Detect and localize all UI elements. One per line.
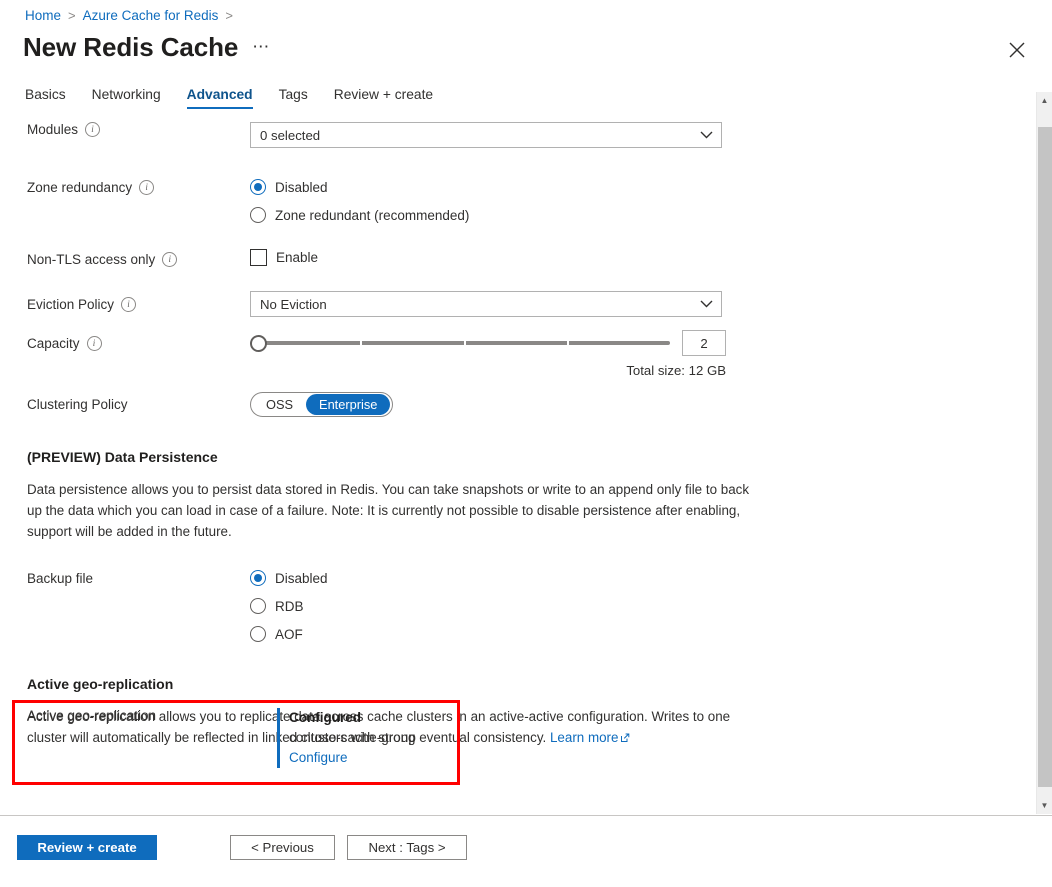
data-persistence-description: Data persistence allows you to persist d… — [0, 479, 752, 542]
tab-review-create[interactable]: Review + create — [334, 87, 433, 109]
backup-file-label: Backup file — [27, 571, 93, 586]
non-tls-label-group: Non-TLS access only i — [0, 249, 250, 269]
capacity-slider[interactable] — [250, 333, 670, 353]
radio-indicator — [250, 570, 266, 586]
radio-indicator — [250, 598, 266, 614]
footer-divider — [0, 815, 1052, 816]
wizard-tabs: Basics Networking Advanced Tags Review +… — [25, 87, 433, 109]
vertical-scrollbar[interactable]: ▲ ▼ — [1036, 92, 1052, 814]
clustering-policy-option-enterprise[interactable]: Enterprise — [306, 394, 390, 415]
scroll-up-icon[interactable]: ▲ — [1037, 92, 1052, 109]
radio-indicator — [250, 207, 266, 223]
previous-button[interactable]: < Previous — [230, 835, 335, 860]
breadcrumb-item-azure-cache-for-redis[interactable]: Azure Cache for Redis — [83, 8, 219, 23]
wizard-footer: Review + create < Previous Next : Tags > — [17, 835, 467, 860]
geo-replication-row-label: Active geo-replication — [27, 708, 277, 768]
geo-replication-value-group: Configured contoso-cache-group Configure — [277, 708, 416, 768]
backup-file-label-group: Backup file — [0, 566, 250, 590]
field-eviction-policy: Eviction Policy i No Eviction — [0, 291, 1026, 317]
more-options-button[interactable]: ⋯ — [252, 38, 270, 55]
radio-zone-disabled[interactable]: Disabled — [250, 175, 1026, 199]
data-persistence-heading: (PREVIEW) Data Persistence — [0, 449, 1026, 465]
geo-replication-configure-link[interactable]: Configure — [289, 748, 416, 768]
learn-more-label: Learn more — [550, 730, 618, 745]
scroll-down-icon[interactable]: ▼ — [1037, 797, 1052, 814]
field-non-tls-access: Non-TLS access only i Enable — [0, 249, 1026, 269]
radio-backup-aof[interactable]: AOF — [250, 622, 1026, 646]
page-title: New Redis Cache — [23, 32, 238, 63]
scrollbar-thumb[interactable] — [1038, 127, 1052, 787]
eviction-policy-label-group: Eviction Policy i — [0, 291, 250, 317]
learn-more-link[interactable]: Learn more — [550, 730, 630, 745]
radio-indicator — [250, 179, 266, 195]
field-modules: Modules i 0 selected — [0, 122, 1026, 158]
clustering-policy-label: Clustering Policy — [27, 397, 128, 412]
radio-backup-rdb[interactable]: RDB — [250, 594, 1026, 618]
modules-label-group: Modules i — [0, 122, 250, 137]
breadcrumb-separator-icon-2: > — [225, 8, 233, 23]
radio-backup-disabled-label: Disabled — [275, 571, 328, 586]
info-icon[interactable]: i — [139, 180, 154, 195]
capacity-label: Capacity — [27, 336, 80, 351]
info-icon[interactable]: i — [162, 252, 177, 267]
chevron-down-icon — [700, 131, 713, 139]
eviction-policy-dropdown[interactable]: No Eviction — [250, 291, 722, 317]
slider-tick — [464, 341, 466, 345]
slider-track — [257, 341, 670, 345]
geo-replication-summary: Active geo-replication Configured contos… — [27, 708, 467, 768]
eviction-policy-label: Eviction Policy — [27, 297, 114, 312]
clustering-policy-label-group: Clustering Policy — [0, 392, 250, 417]
info-icon[interactable]: i — [121, 297, 136, 312]
next-tags-button[interactable]: Next : Tags > — [347, 835, 467, 860]
breadcrumb-separator-icon: > — [68, 8, 76, 23]
eviction-policy-value: No Eviction — [260, 297, 327, 312]
field-clustering-policy: Clustering Policy OSS Enterprise — [0, 392, 1026, 417]
checkbox-indicator — [250, 249, 267, 266]
zone-redundancy-label: Zone redundancy — [27, 180, 132, 195]
info-icon[interactable]: i — [87, 336, 102, 351]
checkbox-non-tls-enable[interactable]: Enable — [250, 249, 1026, 266]
slider-thumb[interactable] — [250, 335, 267, 352]
radio-zone-redundant[interactable]: Zone redundant (recommended) — [250, 203, 1026, 227]
modules-dropdown-value: 0 selected — [260, 128, 320, 143]
geo-replication-heading: Active geo-replication — [0, 676, 1026, 692]
capacity-label-group: Capacity i — [0, 330, 250, 356]
geo-replication-group-name: contoso-cache-group — [289, 728, 416, 748]
zone-redundancy-label-group: Zone redundancy i — [0, 175, 250, 199]
capacity-value-input[interactable]: 2 — [682, 330, 726, 356]
field-backup-file: Backup file Disabled RDB AOF — [0, 566, 1026, 646]
review-create-button[interactable]: Review + create — [17, 835, 157, 860]
tab-advanced[interactable]: Advanced — [187, 87, 253, 109]
clustering-policy-toggle: OSS Enterprise — [250, 392, 393, 417]
radio-zone-disabled-label: Disabled — [275, 180, 328, 195]
radio-zone-redundant-label: Zone redundant (recommended) — [275, 208, 469, 223]
page-header: New Redis Cache ⋯ — [23, 32, 270, 63]
radio-backup-aof-label: AOF — [275, 627, 303, 642]
geo-replication-status: Configured — [289, 708, 416, 728]
modules-dropdown[interactable]: 0 selected — [250, 122, 722, 148]
clustering-policy-option-oss[interactable]: OSS — [253, 394, 306, 415]
external-link-icon — [620, 733, 630, 743]
checkbox-non-tls-label: Enable — [276, 250, 318, 265]
field-zone-redundancy: Zone redundancy i Disabled Zone redundan… — [0, 175, 1026, 227]
breadcrumb: Home > Azure Cache for Redis > — [25, 8, 233, 23]
non-tls-label: Non-TLS access only — [27, 252, 155, 267]
info-icon[interactable]: i — [85, 122, 100, 137]
field-capacity: Capacity i 2 Total size: 12 GB — [0, 330, 1026, 378]
advanced-form: Modules i 0 selected Zone redundancy i D… — [0, 122, 1026, 748]
radio-indicator — [250, 626, 266, 642]
radio-backup-rdb-label: RDB — [275, 599, 304, 614]
breadcrumb-item-home[interactable]: Home — [25, 8, 61, 23]
chevron-down-icon — [700, 300, 713, 308]
radio-backup-disabled[interactable]: Disabled — [250, 566, 1026, 590]
tab-networking[interactable]: Networking — [92, 87, 161, 109]
capacity-total-size: Total size: 12 GB — [250, 363, 726, 378]
modules-label: Modules — [27, 122, 78, 137]
close-icon[interactable] — [1006, 39, 1028, 61]
capacity-slider-group: 2 — [250, 330, 1026, 356]
tab-basics[interactable]: Basics — [25, 87, 66, 109]
slider-tick — [567, 341, 569, 345]
slider-tick — [360, 341, 362, 345]
tab-tags[interactable]: Tags — [279, 87, 308, 109]
